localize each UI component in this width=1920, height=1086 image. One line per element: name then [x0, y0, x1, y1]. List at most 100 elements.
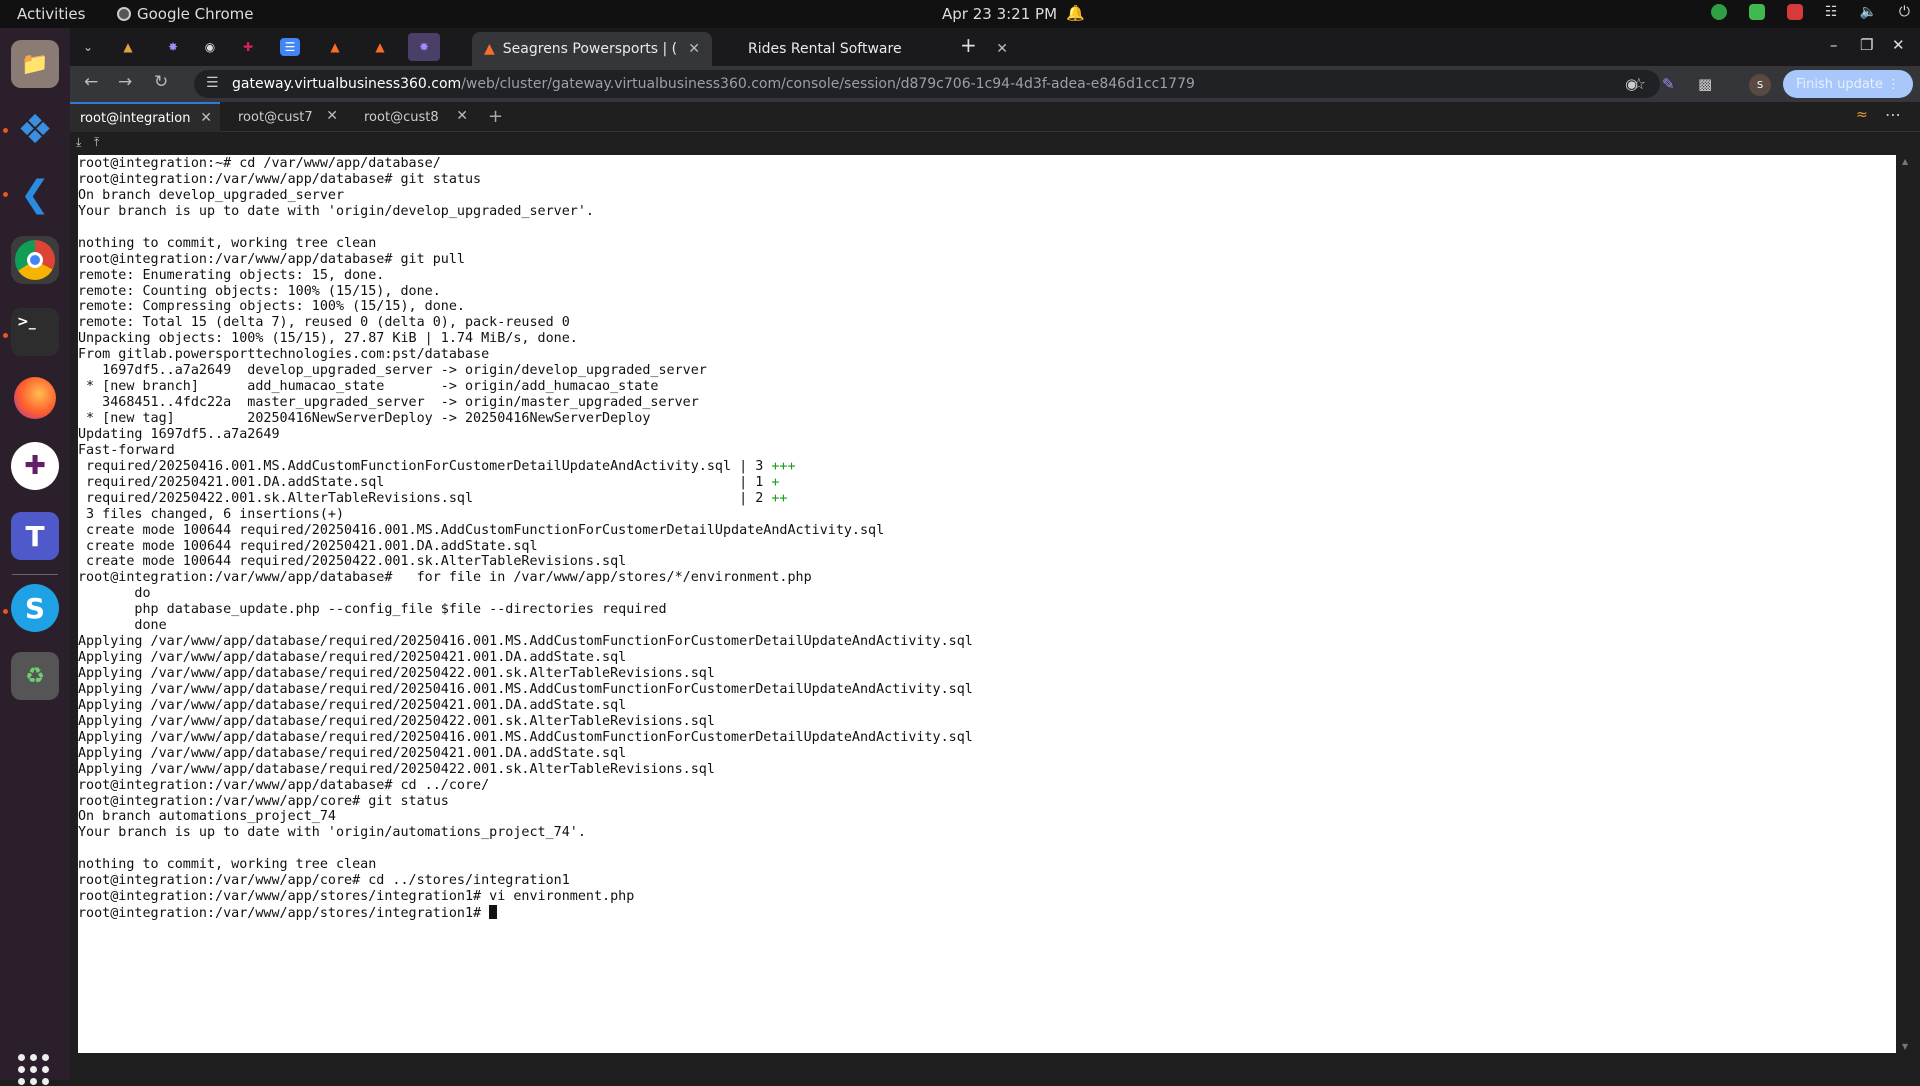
terminal-line: Applying /var/www/app/database/required/… — [78, 634, 973, 650]
vscode-icon[interactable]: ❮ — [11, 170, 59, 218]
terminal-line: Applying /var/www/app/database/required/… — [78, 650, 973, 666]
teams-for-linux-icon[interactable]: T — [11, 512, 59, 560]
trash-icon[interactable]: ♻ — [11, 652, 59, 700]
terminal-line: Applying /var/www/app/database/required/… — [78, 730, 973, 746]
kolourpaint-icon[interactable]: ❖ — [11, 106, 59, 154]
back-icon[interactable]: ← — [84, 72, 98, 92]
scroll-up-icon[interactable]: ▲ — [1902, 157, 1908, 166]
tab-seagrens[interactable]: ▲ Seagrens Powersports | ( ✕ — [472, 32, 712, 66]
gitlab-tab-icon[interactable]: ▲ — [370, 38, 390, 56]
terminal-line-text: 3468451..4fdc22a master_upgraded_server … — [78, 395, 699, 411]
pinned-tab-icon[interactable]: ◉ — [200, 38, 220, 56]
new-tab-button[interactable]: + — [960, 33, 977, 57]
terminal-line: root@integration:/var/www/app/database# … — [78, 778, 973, 794]
pinned-tab-icon[interactable]: ✚ — [238, 38, 258, 56]
terminal-tab-bar: root@integration ✕ root@cust7 ✕ root@cus… — [70, 102, 1920, 132]
volume-icon[interactable]: 🔈 — [1859, 4, 1876, 20]
close-window-icon[interactable]: ✕ — [1892, 36, 1905, 54]
slack-icon[interactable]: ✚ — [11, 442, 59, 490]
diffstat-plus: ++ — [771, 490, 788, 506]
terminal-toolbar: ⤓ ⤒ — [70, 132, 1920, 154]
terminal-screen[interactable]: root@integration:~# cd /var/www/app/data… — [78, 155, 1896, 1053]
extensions-puzzle-icon[interactable]: ▩ — [1698, 75, 1712, 93]
terminal-line-text: Applying /var/www/app/database/required/… — [78, 666, 715, 681]
terminal-line-text: create mode 100644 required/20250421.001… — [78, 538, 538, 554]
web-console-page: root@integration ✕ root@cust7 ✕ root@cus… — [70, 102, 1920, 1080]
shield-icon[interactable] — [1748, 4, 1765, 20]
clock[interactable]: Apr 23 3:21 PM — [942, 5, 1057, 23]
close-icon[interactable]: ✕ — [200, 110, 212, 126]
terminal-line-text: root@integration:/var/www/app/stores/int… — [78, 889, 635, 905]
network-icon[interactable]: ☷ — [1825, 4, 1838, 20]
app-menu[interactable]: Google Chrome — [117, 5, 254, 23]
terminal-line-text: required/20250416.001.MS.AddCustomFuncti… — [78, 458, 772, 474]
files-icon[interactable]: 📁 — [11, 40, 59, 88]
download-icon[interactable]: ⤓ — [76, 135, 81, 150]
gitlab-tab-icon[interactable]: ▲ — [325, 38, 345, 56]
finish-update-button[interactable]: Finish update ⋮ — [1783, 70, 1913, 98]
terminal-tab-cust8[interactable]: root@cust8 ✕ — [354, 102, 476, 132]
close-icon[interactable]: ✕ — [326, 108, 338, 124]
gitlab-tab-icon: ▲ — [484, 41, 495, 57]
terminal-line-text: Updating 1697df5..a7a2649 — [78, 426, 280, 442]
terminal-icon[interactable]: >_ — [11, 308, 59, 356]
terminal-line-text: On branch automations_project_74 — [78, 809, 336, 825]
close-icon[interactable]: ✕ — [456, 108, 468, 124]
address-bar[interactable]: ☰ gateway.virtualbusiness360.com/web/clu… — [194, 70, 1660, 98]
terminal-line-text: Fast-forward — [78, 442, 175, 458]
power-icon[interactable]: ⏻ — [1899, 4, 1910, 20]
system-top-bar: Activities Google Chrome Apr 23 3:21 PM … — [0, 0, 1920, 28]
tab-search-icon[interactable]: ⌄ — [78, 38, 98, 56]
extension-icon[interactable]: ✎ — [1662, 75, 1675, 93]
close-icon[interactable]: ✕ — [996, 41, 1008, 57]
profile-avatar[interactable]: S — [1749, 74, 1771, 96]
terminal-line-text: * [new branch] add_humacao_state -> orig… — [78, 379, 659, 395]
terminal-line: Updating 1697df5..a7a2649 — [78, 427, 973, 443]
more-options-icon[interactable]: ⋯ — [1885, 105, 1901, 124]
terminal-tab-integration[interactable]: root@integration ✕ — [70, 102, 220, 132]
terminal-line: root@integration:/var/www/app/core# cd .… — [78, 873, 973, 889]
terminal-scrollbar[interactable]: ▲ ▼ — [1898, 155, 1914, 1053]
show-apps-icon[interactable] — [18, 1054, 50, 1086]
activities-button[interactable]: Activities — [17, 5, 85, 23]
notification-bell-icon[interactable]: 🔔 — [1066, 4, 1085, 22]
maximize-icon[interactable]: ❐ — [1860, 36, 1873, 54]
add-terminal-icon[interactable]: + — [488, 106, 503, 127]
terminal-line: nothing to commit, working tree clean — [78, 236, 973, 252]
terminal-line: root@integration:/var/www/app/database# … — [78, 172, 973, 188]
connection-status-icon: ≈ — [1856, 107, 1868, 123]
terminal-line: do — [78, 586, 973, 602]
terminal-line-text: required/20250422.001.sk.AlterTableRevis… — [78, 490, 772, 506]
terminal-line: done — [78, 618, 973, 634]
terminal-line: Applying /var/www/app/database/required/… — [78, 682, 973, 698]
terminal-tab-cust7[interactable]: root@cust7 ✕ — [228, 102, 346, 132]
scroll-down-icon[interactable]: ▼ — [1902, 1042, 1908, 1051]
pinned-tab-icon[interactable]: ✸ — [408, 33, 440, 61]
terminal-line: remote: Total 15 (delta 7), reused 0 (de… — [78, 315, 973, 331]
terminal-line: On branch develop_upgraded_server — [78, 188, 973, 204]
terminal-cursor — [489, 905, 498, 920]
terminal-line-text: Your branch is up to date with 'origin/a… — [78, 825, 586, 841]
terminal-line-text: remote: Compressing objects: 100% (15/15… — [78, 299, 465, 315]
upload-icon[interactable]: ⤒ — [94, 135, 99, 150]
sync-status-icon[interactable] — [1710, 4, 1727, 20]
minimize-icon[interactable]: – — [1830, 36, 1838, 54]
firefox-icon[interactable] — [11, 374, 59, 422]
terminal-line: required/20250421.001.DA.addState.sql | … — [78, 475, 973, 491]
extension-icon[interactable]: ◉ — [1625, 75, 1638, 93]
close-icon[interactable]: ✕ — [688, 41, 700, 57]
pinned-tab-icon[interactable]: ☰ — [280, 38, 300, 56]
site-info-icon[interactable]: ☰ — [206, 75, 219, 91]
terminal-line-text: Applying /var/www/app/database/required/… — [78, 761, 715, 777]
pinned-tab-icon[interactable]: ▲ — [118, 38, 138, 56]
terminal-line: From gitlab.powersporttechnologies.com:p… — [78, 347, 973, 363]
screen-record-icon[interactable] — [1786, 4, 1803, 20]
pinned-tab-icon[interactable]: ✸ — [163, 38, 183, 56]
reload-icon[interactable]: ↻ — [154, 72, 168, 92]
terminal-line: root@integration:/var/www/app/core# git … — [78, 794, 973, 810]
chrome-dock-icon[interactable] — [11, 236, 59, 284]
terminal-line: Your branch is up to date with 'origin/d… — [78, 204, 973, 220]
terminal-line-text: done — [78, 618, 167, 634]
forward-icon[interactable]: → — [118, 72, 132, 92]
skype-icon[interactable]: S — [11, 584, 59, 632]
